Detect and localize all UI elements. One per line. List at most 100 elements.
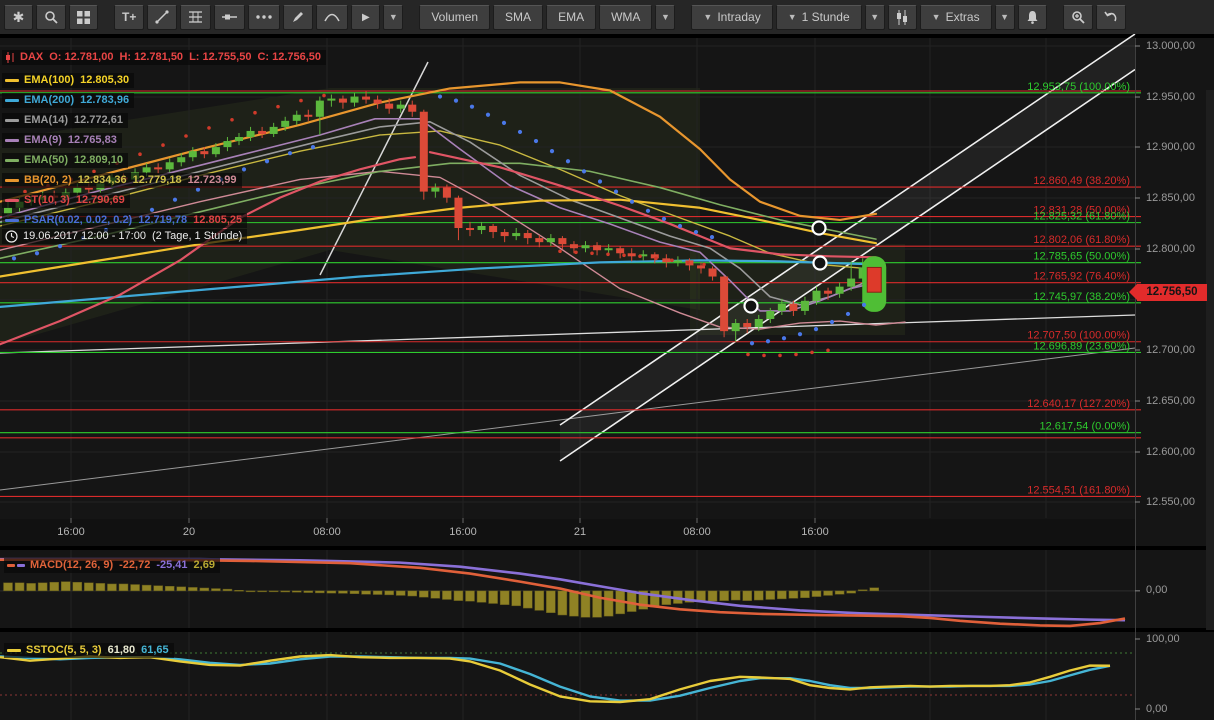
candle[interactable]	[500, 232, 509, 237]
candle[interactable]	[454, 197, 463, 228]
legend-row-ema14[interactable]: EMA(14) 12.772,61	[2, 113, 128, 128]
candle[interactable]	[408, 104, 417, 112]
candle[interactable]	[789, 303, 798, 311]
candle[interactable]	[535, 238, 544, 243]
macd-bar	[372, 590, 383, 595]
candle[interactable]	[743, 323, 752, 328]
candle[interactable]	[593, 245, 602, 251]
candle[interactable]	[800, 300, 809, 311]
candle[interactable]	[847, 278, 856, 287]
candle[interactable]	[442, 187, 451, 198]
indicator-dropdown[interactable]: ▼	[655, 4, 676, 30]
zoom-in-button[interactable]	[1062, 4, 1093, 30]
text-tool-button[interactable]: T+	[114, 4, 145, 30]
indicator-label: ST(10, 3)	[24, 194, 70, 206]
macd-bar	[488, 590, 498, 604]
volumen-button[interactable]: Volumen	[419, 4, 491, 30]
candle[interactable]	[466, 227, 474, 231]
legend-row-ema50[interactable]: EMA(50) 12.809,10	[2, 153, 128, 168]
candle[interactable]	[489, 225, 498, 233]
candle[interactable]	[419, 111, 428, 192]
marker-tool-button[interactable]: ▶	[351, 4, 381, 30]
macd-bar	[811, 590, 822, 597]
candle[interactable]	[766, 310, 775, 319]
candle[interactable]	[431, 187, 440, 192]
candle-style-button[interactable]	[887, 4, 917, 30]
period-range: 19.06.2017 12:00 - 17:00	[23, 230, 146, 242]
macd-bar	[26, 583, 36, 592]
search-button[interactable]	[36, 4, 66, 30]
candle[interactable]	[569, 244, 578, 249]
candle[interactable]	[731, 323, 740, 332]
candle[interactable]	[777, 303, 786, 311]
legend-row-ema200[interactable]: EMA(200) 12.783,96	[2, 93, 135, 108]
candle[interactable]	[708, 268, 717, 277]
candle[interactable]	[604, 248, 613, 251]
horizontal-line-tool-button[interactable]	[214, 4, 246, 30]
draw-tools-dropdown[interactable]: ▼	[383, 4, 404, 30]
price-tick-label: 12.850,00	[1146, 191, 1195, 204]
layout-grid-button[interactable]	[69, 4, 98, 30]
candle[interactable]	[824, 290, 833, 294]
chevron-down-icon: ▼	[660, 12, 670, 22]
chevron-down-icon: ▼	[388, 12, 398, 22]
macd-bar	[407, 590, 417, 597]
candle[interactable]	[558, 238, 567, 245]
extras-dropdown[interactable]: ▼ Extras	[919, 4, 992, 30]
channel-handle[interactable]	[743, 298, 759, 314]
legend-row-ema9[interactable]: EMA(9) 12.765,83	[2, 133, 122, 148]
candle[interactable]	[396, 104, 405, 109]
candle[interactable]	[350, 96, 359, 103]
candle[interactable]	[385, 103, 394, 109]
trendline-tool-button[interactable]	[147, 4, 178, 30]
candle[interactable]	[812, 290, 821, 301]
candle[interactable]	[627, 253, 636, 257]
candle[interactable]	[362, 96, 371, 100]
candle[interactable]	[523, 233, 532, 239]
legend-row-psar[interactable]: PSAR(0.02, 0.02, 0.2) 12.719,78 12.805,25	[2, 213, 248, 228]
wma-button[interactable]: WMA	[599, 4, 653, 30]
current-candle[interactable]	[866, 266, 882, 293]
candle[interactable]	[477, 225, 486, 231]
legend-row-ema100[interactable]: EMA(100) 12.805,30	[2, 73, 135, 88]
legend-row-st[interactable]: ST(10, 3) 12.790,69	[2, 193, 130, 208]
dax-open: O: 12.781,00	[49, 51, 114, 63]
dotted-line-tool-button[interactable]	[248, 4, 281, 30]
candle[interactable]	[546, 238, 555, 243]
settings-button[interactable]: ✱	[4, 4, 33, 30]
fib-retracement-tool-button[interactable]	[180, 4, 212, 30]
macd-bar	[199, 587, 210, 592]
candle[interactable]	[327, 98, 336, 101]
undo-button[interactable]	[1095, 4, 1126, 30]
candle[interactable]	[581, 245, 590, 249]
candle[interactable]	[673, 260, 682, 263]
sstoc-legend[interactable]: SSTOC(5, 5, 3) 61,80 61,65	[4, 639, 174, 658]
sstoc-k-value: 61,80	[107, 644, 136, 656]
candle[interactable]	[835, 286, 844, 294]
candle[interactable]	[512, 233, 521, 237]
channel-handle[interactable]	[811, 220, 827, 236]
alert-button[interactable]	[1017, 4, 1047, 30]
intraday-dropdown[interactable]: ▼ Intraday	[691, 4, 773, 30]
candle[interactable]	[338, 98, 347, 103]
candle[interactable]	[720, 276, 729, 332]
more-dropdown[interactable]: ▼	[994, 4, 1015, 30]
legend-row-dax[interactable]: DAX O: 12.781,00 H: 12.781,50 L: 12.755,…	[2, 50, 327, 65]
macd-bar	[188, 587, 198, 592]
price-tick-label: 12.700,00	[1146, 343, 1195, 356]
timeframe-dropdown[interactable]: ▼ 1 Stunde	[775, 4, 862, 30]
candle[interactable]	[754, 318, 763, 328]
channel-handle[interactable]	[812, 255, 828, 271]
candle[interactable]	[662, 258, 671, 263]
candle[interactable]	[616, 248, 625, 254]
legend-row-bb[interactable]: BB(20, 2) 12.834,36 12.779,18 12.723,99	[2, 173, 242, 188]
macd-bar	[730, 590, 741, 601]
macd-legend[interactable]: MACD(12, 26, 9) -22,72 -25,41 2,69	[4, 554, 220, 573]
charttype-dropdown[interactable]: ▼	[864, 4, 885, 30]
pencil-tool-button[interactable]	[283, 4, 314, 30]
arc-tool-button[interactable]	[316, 4, 349, 30]
sma-label: SMA	[505, 10, 532, 24]
ema-button[interactable]: EMA	[546, 4, 597, 30]
sma-button[interactable]: SMA	[493, 4, 544, 30]
candle[interactable]	[373, 99, 382, 104]
